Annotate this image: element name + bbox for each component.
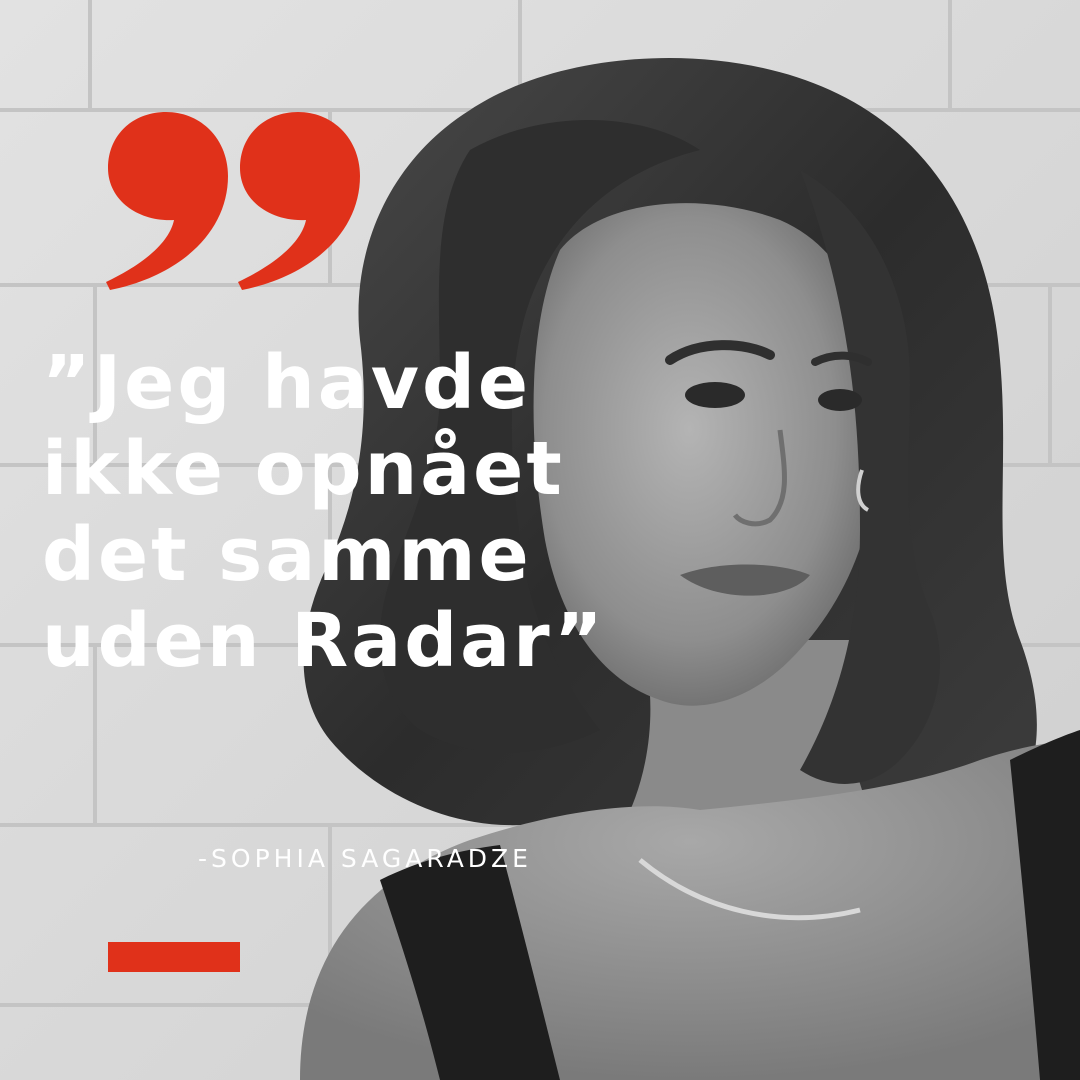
closing-double-quote-icon <box>106 112 360 290</box>
quote-card: ”Jeg havde ikke opnået det samme uden Ra… <box>0 0 1080 1080</box>
eye-right <box>818 389 862 411</box>
quote-line-3: det samme <box>42 512 532 598</box>
eye-left <box>685 382 745 408</box>
accent-bar <box>108 942 240 972</box>
quote-text: ”Jeg havde ikke opnået det samme uden Ra… <box>42 340 682 684</box>
quote-line-4: uden Radar” <box>42 598 606 684</box>
quote-line-2: ikke opnået <box>42 426 565 512</box>
quote-line-1: ”Jeg havde <box>42 340 532 426</box>
attribution: -SOPHIA SAGARADZE <box>198 844 532 873</box>
